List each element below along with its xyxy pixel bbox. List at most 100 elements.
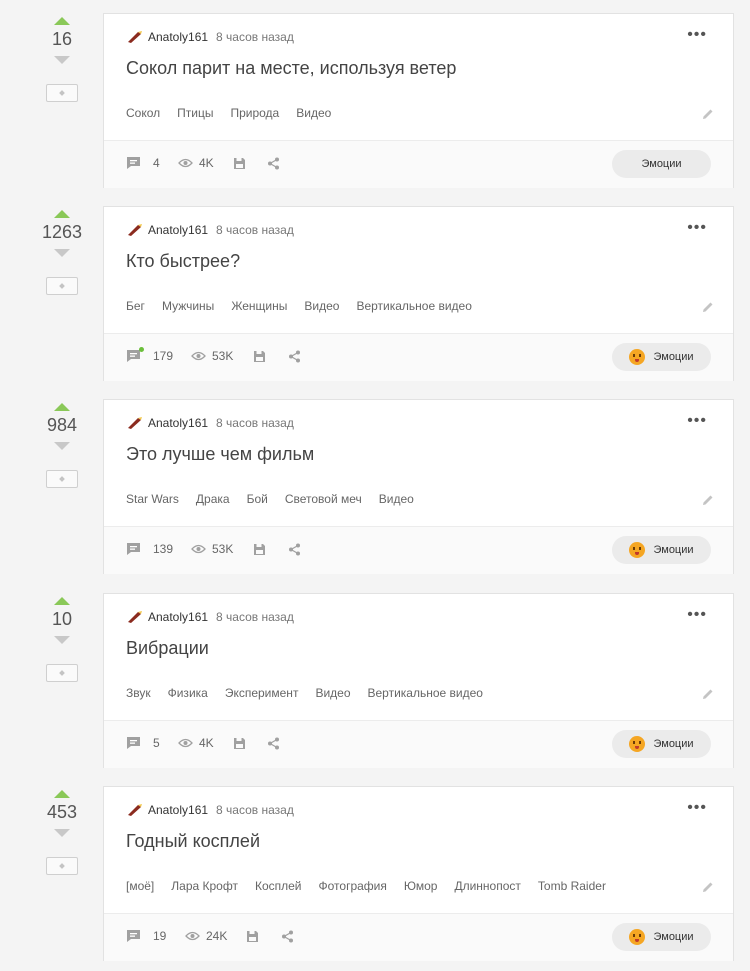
emotions-button[interactable]: Эмоции [612, 150, 711, 178]
post-time[interactable]: 8 часов назад [216, 223, 294, 237]
comments-link[interactable]: 5 [126, 736, 160, 750]
tag[interactable]: Бой [247, 492, 268, 506]
share-icon[interactable] [281, 930, 294, 943]
floppy-icon[interactable] [233, 157, 246, 170]
save-post-button[interactable] [46, 277, 78, 295]
emotion-face-icon [629, 349, 646, 365]
comments-link[interactable]: 4 [126, 156, 160, 170]
post-time[interactable]: 8 часов назад [216, 416, 294, 430]
tag[interactable]: Бег [126, 299, 145, 313]
downvote-arrow-icon[interactable] [54, 636, 70, 644]
save-post-button[interactable] [46, 84, 78, 102]
tag[interactable]: [моё] [126, 879, 154, 893]
post-author[interactable]: Anatoly161 [148, 223, 208, 237]
post-title[interactable]: Годный косплей [126, 831, 260, 852]
emotions-button[interactable]: Эмоции [612, 343, 711, 371]
emotions-button[interactable]: Эмоции [612, 730, 711, 758]
tag[interactable]: Видео [304, 299, 339, 313]
post-author[interactable]: Anatoly161 [148, 610, 208, 624]
downvote-arrow-icon[interactable] [54, 442, 70, 450]
more-icon[interactable]: ••• [687, 800, 707, 816]
downvote-arrow-icon[interactable] [54, 56, 70, 64]
tag[interactable]: Видео [315, 686, 350, 700]
tag[interactable]: Драка [196, 492, 230, 506]
tag[interactable]: Вертикальное видео [368, 686, 483, 700]
tag[interactable]: Птицы [177, 106, 213, 120]
comments-link[interactable]: 179 [126, 347, 173, 363]
post-time[interactable]: 8 часов назад [216, 610, 294, 624]
post-score: 16 [51, 29, 73, 49]
share-icon[interactable] [288, 350, 301, 363]
more-icon[interactable]: ••• [687, 27, 707, 43]
pencil-icon[interactable] [702, 881, 714, 893]
tag[interactable]: Юмор [404, 879, 438, 893]
upvote-arrow-icon[interactable] [54, 597, 70, 605]
pencil-icon[interactable] [702, 494, 714, 506]
tag[interactable]: Видео [379, 492, 414, 506]
pencil-icon[interactable] [702, 108, 714, 120]
upvote-arrow-icon[interactable] [54, 17, 70, 25]
save-post-button[interactable] [46, 470, 78, 488]
upvote-arrow-icon[interactable] [54, 210, 70, 218]
upvote-arrow-icon[interactable] [54, 403, 70, 411]
tag[interactable]: Фотография [319, 879, 387, 893]
share-icon[interactable] [267, 157, 280, 170]
tag[interactable]: Длиннопост [454, 879, 520, 893]
floppy-icon[interactable] [246, 930, 259, 943]
upvote-arrow-icon[interactable] [54, 790, 70, 798]
more-icon[interactable]: ••• [687, 220, 707, 236]
author-avatar-icon[interactable] [126, 610, 144, 624]
tag[interactable]: Лара Крофт [171, 879, 238, 893]
pencil-icon[interactable] [702, 688, 714, 700]
save-post-button[interactable] [46, 664, 78, 682]
comments-link[interactable]: 139 [126, 542, 173, 556]
tag[interactable]: Звук [126, 686, 151, 700]
tag[interactable]: Видео [296, 106, 331, 120]
tag[interactable]: Физика [168, 686, 208, 700]
post-author[interactable]: Anatoly161 [148, 30, 208, 44]
comment-icon [126, 736, 141, 750]
tag[interactable]: Косплей [255, 879, 302, 893]
downvote-arrow-icon[interactable] [54, 829, 70, 837]
post-card: Anatoly161 8 часов назад ••• Сокол парит… [103, 13, 734, 188]
floppy-icon[interactable] [253, 543, 266, 556]
post-author[interactable]: Anatoly161 [148, 803, 208, 817]
floppy-icon[interactable] [233, 737, 246, 750]
emotions-button[interactable]: Эмоции [612, 536, 711, 564]
eye-icon [191, 351, 206, 361]
post-title[interactable]: Сокол парит на месте, используя ветер [126, 58, 456, 79]
tag[interactable]: Вертикальное видео [356, 299, 471, 313]
emotions-button[interactable]: Эмоции [612, 923, 711, 951]
share-icon[interactable] [288, 543, 301, 556]
save-post-button[interactable] [46, 857, 78, 875]
downvote-arrow-icon[interactable] [54, 249, 70, 257]
tag[interactable]: Женщины [231, 299, 287, 313]
comment-icon [126, 929, 141, 943]
author-avatar-icon[interactable] [126, 223, 144, 237]
tag[interactable]: Эксперимент [225, 686, 299, 700]
floppy-icon[interactable] [253, 350, 266, 363]
post-score: 10 [51, 609, 73, 629]
post-title[interactable]: Это лучше чем фильм [126, 444, 314, 465]
tag[interactable]: Сокол [126, 106, 160, 120]
author-avatar-icon[interactable] [126, 30, 144, 44]
tag[interactable]: Star Wars [126, 492, 179, 506]
post-author[interactable]: Anatoly161 [148, 416, 208, 430]
tag[interactable]: Tomb Raider [538, 879, 606, 893]
comments-link[interactable]: 19 [126, 929, 166, 943]
post-title[interactable]: Вибрации [126, 638, 209, 659]
more-icon[interactable]: ••• [687, 607, 707, 623]
pencil-icon[interactable] [702, 301, 714, 313]
post-time[interactable]: 8 часов назад [216, 803, 294, 817]
author-avatar-icon[interactable] [126, 416, 144, 430]
author-avatar-icon[interactable] [126, 803, 144, 817]
tag[interactable]: Природа [230, 106, 279, 120]
views-count: 24K [206, 929, 228, 943]
post-row: 1263 Anatoly161 8 часов назад ••• Кто бы… [0, 206, 750, 381]
tag[interactable]: Световой меч [285, 492, 362, 506]
post-time[interactable]: 8 часов назад [216, 30, 294, 44]
more-icon[interactable]: ••• [687, 413, 707, 429]
tag[interactable]: Мужчины [162, 299, 214, 313]
share-icon[interactable] [267, 737, 280, 750]
post-title[interactable]: Кто быстрее? [126, 251, 240, 272]
